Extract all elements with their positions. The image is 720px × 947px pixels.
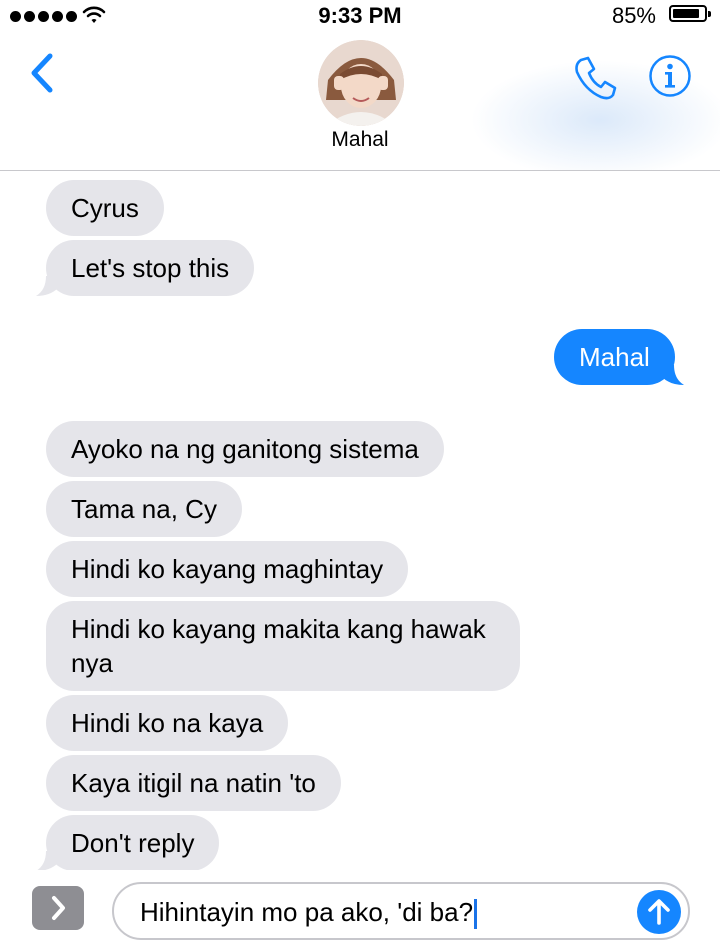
status-bar: 9:33 PM 85%	[0, 0, 720, 30]
info-icon[interactable]	[648, 54, 692, 98]
bubble-tail-outgoing	[662, 365, 684, 385]
avatar[interactable]	[318, 40, 404, 126]
message-bubble[interactable]: Don't reply	[46, 815, 220, 871]
message-bubble-outgoing[interactable]: Mahal	[554, 329, 675, 385]
message-bubble[interactable]: Hindi ko kayang makita kang hawak nya	[46, 601, 520, 691]
chevron-right-icon	[52, 896, 65, 920]
message-bubble[interactable]: Tama na, Cy	[46, 481, 242, 537]
message-bubble[interactable]: Cyrus	[46, 180, 164, 236]
apps-toggle-button[interactable]	[32, 886, 84, 930]
message-bubble[interactable]: Hindi ko kayang maghintay	[46, 541, 409, 597]
message-input-text[interactable]: Hihintayin mo pa ako, 'di ba?	[140, 896, 478, 930]
conversation-header: Mahal	[0, 30, 720, 171]
send-button[interactable]	[637, 890, 681, 934]
text-caret	[474, 899, 478, 930]
contact-name[interactable]: Mahal	[0, 128, 720, 152]
message-input[interactable]: Hihintayin mo pa ako, 'di ba?	[112, 882, 690, 940]
bubble-tail	[36, 276, 58, 296]
chevron-left-icon[interactable]	[22, 50, 62, 96]
phone-icon[interactable]	[571, 54, 619, 102]
composer-bar: Hihintayin mo pa ako, 'di ba?	[0, 870, 720, 947]
message-line: Hindi ko kayang makita kang hawak	[71, 614, 486, 644]
message-bubble[interactable]: Kaya itigil na natin 'to	[46, 755, 341, 811]
message-bubble[interactable]: Ayoko na ng ganitong sistema	[46, 421, 444, 477]
message-line: nya	[71, 648, 113, 678]
message-bubble[interactable]: Hindi ko na kaya	[46, 695, 289, 751]
arrow-up-icon	[648, 899, 670, 925]
battery-percent: 85%	[611, 3, 656, 28]
message-bubble[interactable]: Let's stop this	[46, 240, 255, 296]
battery-icon	[669, 5, 711, 22]
